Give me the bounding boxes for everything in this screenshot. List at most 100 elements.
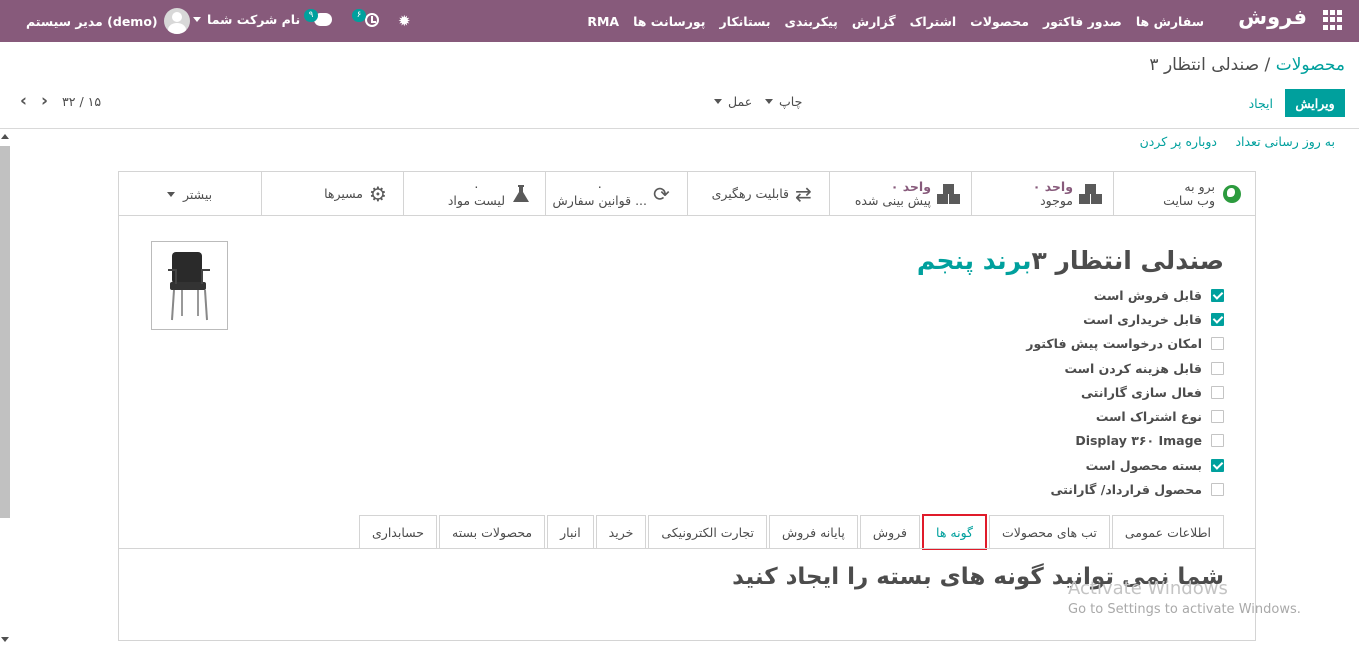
product-name[interactable]: صندلی انتظار ۳ xyxy=(1032,246,1224,275)
tab-ecommerce[interactable]: تجارت الکترونیکی xyxy=(648,515,767,549)
menu-reporting[interactable]: گزارش xyxy=(845,14,903,29)
option-label: قابل خریداری است xyxy=(1083,311,1202,327)
notebook-tabs: اطلاعات عمومی تب های محصولات گونه ها فرو… xyxy=(357,514,1224,550)
globe-icon xyxy=(1221,184,1245,204)
messages-menu[interactable]: ۹ xyxy=(304,9,334,31)
apps-menu-icon[interactable] xyxy=(1323,10,1343,30)
print-label: چاپ xyxy=(779,94,803,109)
smart-line1: ۰ xyxy=(473,179,480,194)
divider xyxy=(0,128,1359,129)
pager: ‹ › ۱۵ / ۳۲ xyxy=(20,92,101,110)
pager-value[interactable]: ۱۵ / ۳۲ xyxy=(62,94,101,109)
breadcrumb-products[interactable]: محصولات xyxy=(1276,55,1345,75)
menu-invoicing[interactable]: صدور فاکتور xyxy=(1036,14,1129,29)
forecasted-button[interactable]: ۰ واحد پیش بینی شده xyxy=(829,172,971,216)
breadcrumb: محصولات / صندلی انتظار ۳ xyxy=(1149,55,1345,75)
action-dropdown[interactable]: عمل xyxy=(714,94,752,109)
menu-subscription[interactable]: اشتراک xyxy=(903,14,964,29)
smart-line2: موجود xyxy=(1040,193,1073,208)
more-button[interactable]: بیشتر xyxy=(119,172,261,216)
option-label: امکان درخواست پیش فاکتور xyxy=(1026,335,1202,351)
caret-down-icon xyxy=(167,192,175,197)
product-image[interactable] xyxy=(151,241,228,330)
tab-product-tabs[interactable]: تب های محصولات xyxy=(989,515,1110,549)
tab-general-info[interactable]: اطلاعات عمومی xyxy=(1111,515,1224,549)
chevron-left-icon[interactable]: ‹ xyxy=(20,92,27,110)
checkbox-subscription[interactable] xyxy=(1211,409,1224,423)
smart-line1: ۰ واحد xyxy=(890,179,931,194)
smart-line1: قابلیت رهگیری xyxy=(711,186,789,201)
print-dropdown[interactable]: چاپ xyxy=(765,94,802,109)
option-can-be-expensed: قابل هزینه کردن است xyxy=(1064,359,1224,377)
checkbox-warranty[interactable] xyxy=(1211,385,1224,399)
product-brand[interactable]: برند پنجم xyxy=(917,246,1032,275)
checkbox-can-be-sold[interactable] xyxy=(1211,288,1224,302)
caret-down-icon xyxy=(714,99,722,104)
chevron-right-icon[interactable]: › xyxy=(41,92,48,110)
option-label: Display ۳۶۰ Image xyxy=(1075,432,1202,448)
traceability-button[interactable]: ⇄ قابلیت رهگیری xyxy=(687,172,829,216)
menu-products[interactable]: محصولات xyxy=(963,14,1036,29)
form-sheet: برو به وب سایت ۰ واحد موجود ۰ واحد پیش ب… xyxy=(118,171,1256,641)
app-brand[interactable]: فروش xyxy=(1238,5,1307,29)
tab-sales[interactable]: فروش xyxy=(859,515,921,549)
menu-rma[interactable]: RMA xyxy=(580,14,626,29)
update-quantity-button[interactable]: به روز رسانی تعداد xyxy=(1235,134,1335,149)
tab-inventory[interactable]: انبار xyxy=(547,515,594,549)
smart-line2: وب سایت xyxy=(1163,193,1215,208)
scroll-down-arrow-icon[interactable] xyxy=(1,637,9,642)
go-to-website-button[interactable]: برو به وب سایت xyxy=(1113,172,1255,216)
cubes-icon xyxy=(1079,184,1103,204)
option-label: محصول قرارداد/ گارانتی xyxy=(1050,481,1202,497)
scrollbar-thumb[interactable] xyxy=(0,146,10,518)
on-hand-button[interactable]: ۰ واحد موجود xyxy=(971,172,1113,216)
tab-accounting[interactable]: حسابداری xyxy=(359,515,438,549)
tab-variants[interactable]: گونه ها xyxy=(922,514,987,550)
option-label: نوع اشتراک است xyxy=(1095,408,1202,424)
option-warranty: فعال سازی گارانتی xyxy=(1081,383,1224,401)
bill-of-materials-button[interactable]: ۰ لیست مواد xyxy=(403,172,545,216)
edit-button[interactable]: ویرایش xyxy=(1285,89,1345,117)
company-switcher[interactable]: نام شرکت شما xyxy=(193,12,300,27)
tab-purchase[interactable]: خرید xyxy=(595,515,647,549)
tab-point-of-sale[interactable]: پایانه فروش xyxy=(768,515,858,549)
checkbox-quotation-request[interactable] xyxy=(1211,336,1224,350)
menu-commissions[interactable]: پورسانت ها xyxy=(626,14,712,29)
smart-line1: برو به xyxy=(1184,179,1215,194)
smart-line2: قوانین سفارش ... xyxy=(552,193,647,208)
user-menu[interactable]: مدیر سیستم (demo) xyxy=(26,6,190,36)
caret-down-icon xyxy=(193,17,201,22)
top-navbar: فروش سفارش ها صدور فاکتور محصولات اشتراک… xyxy=(0,0,1359,42)
routes-button[interactable]: ⚙ مسیرها xyxy=(261,172,403,216)
menu-configuration[interactable]: پیکربندی xyxy=(778,14,845,29)
clock-icon xyxy=(365,13,379,27)
checkbox-product-pack[interactable] xyxy=(1211,458,1224,472)
action-label: عمل xyxy=(728,94,753,109)
checkbox-can-be-purchased[interactable] xyxy=(1211,312,1224,326)
refresh-icon: ⟳ xyxy=(653,182,670,206)
activities-menu[interactable]: ۶ xyxy=(352,9,382,31)
smart-line2: لیست مواد xyxy=(447,193,505,208)
option-quotation-request: امکان درخواست پیش فاکتور xyxy=(1026,334,1224,352)
smart-line1: مسیرها xyxy=(324,186,363,201)
option-contract-warranty: محصول قرارداد/ گارانتی xyxy=(1051,480,1224,498)
menu-creditor[interactable]: بستانکار xyxy=(712,14,777,29)
main-menu: سفارش ها صدور فاکتور محصولات اشتراک گزار… xyxy=(580,0,1211,42)
replenish-button[interactable]: دوباره پر کردن xyxy=(1140,134,1217,149)
caret-down-icon xyxy=(765,99,773,104)
menu-orders[interactable]: سفارش ها xyxy=(1129,14,1211,29)
avatar xyxy=(163,8,190,34)
option-label: بسته محصول است xyxy=(1085,457,1202,473)
tab-pack-products[interactable]: محصولات بسته xyxy=(439,515,546,549)
create-button[interactable]: ایجاد xyxy=(1249,89,1273,117)
scroll-up-arrow-icon[interactable] xyxy=(1,134,9,139)
checkbox-can-be-expensed[interactable] xyxy=(1211,361,1224,375)
checkbox-contract-warranty[interactable] xyxy=(1211,482,1224,496)
option-display-360: Display ۳۶۰ Image xyxy=(1075,431,1224,449)
breadcrumb-current: صندلی انتظار ۳ xyxy=(1149,55,1260,75)
reordering-rules-button[interactable]: ⟳ ۰ قوانین سفارش ... xyxy=(545,172,687,216)
smart-line2: پیش بینی شده xyxy=(854,193,931,208)
bug-icon[interactable]: ✹ xyxy=(398,12,411,30)
watermark-subtitle: Go to Settings to activate Windows. xyxy=(1068,602,1301,617)
checkbox-display-360[interactable] xyxy=(1211,433,1224,447)
